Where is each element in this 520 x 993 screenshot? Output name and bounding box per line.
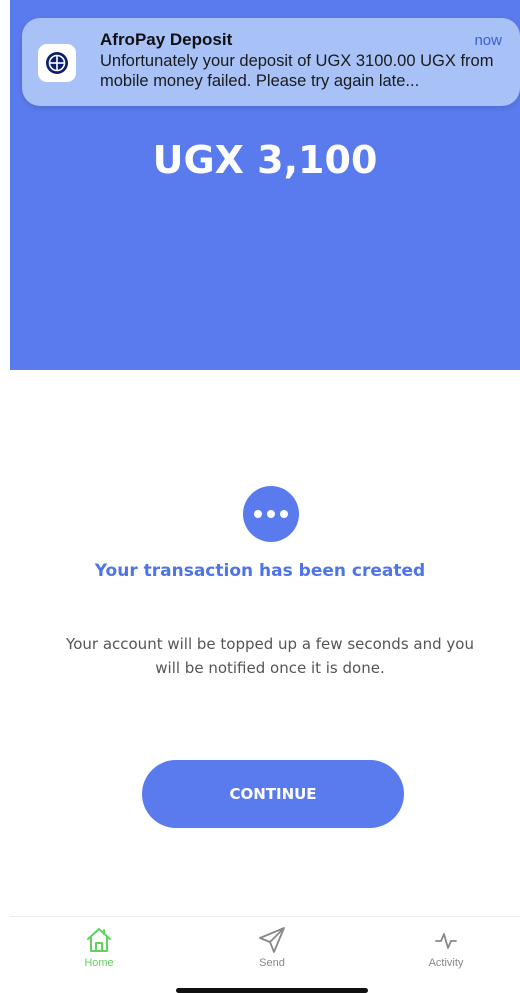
notification-title: AfroPay Deposit	[100, 30, 233, 49]
home-icon	[87, 928, 111, 952]
notification-time: now	[474, 32, 502, 49]
push-notification[interactable]: AfroPay Deposit now Unfortunately your d…	[22, 18, 520, 106]
more-dots-icon	[243, 486, 299, 542]
activity-icon	[435, 933, 457, 949]
tab-label-home: Home	[84, 957, 114, 969]
send-icon	[259, 927, 285, 953]
status-title: Your transaction has been created	[94, 561, 426, 581]
notification-message: Unfortunately your deposit of UGX 3100.0…	[100, 52, 494, 90]
tab-activity[interactable]: Activity	[401, 925, 491, 969]
afropay-app-icon	[38, 44, 76, 82]
tab-label-send: Send	[259, 957, 285, 969]
bottom-tab-bar: Home Send Activity	[10, 916, 520, 993]
tab-home[interactable]: Home	[54, 925, 144, 969]
deposit-screen: UGX 3,100 AfroPay Deposit now Unfortunat…	[0, 0, 520, 993]
status-description: Your account will be topped up a few sec…	[66, 635, 474, 677]
deposit-amount: UGX 3,100	[152, 138, 378, 182]
continue-button[interactable]: CONTINUE	[142, 760, 404, 828]
tab-label-activity: Activity	[428, 957, 464, 969]
home-indicator	[176, 988, 368, 993]
tab-send[interactable]: Send	[227, 925, 317, 969]
